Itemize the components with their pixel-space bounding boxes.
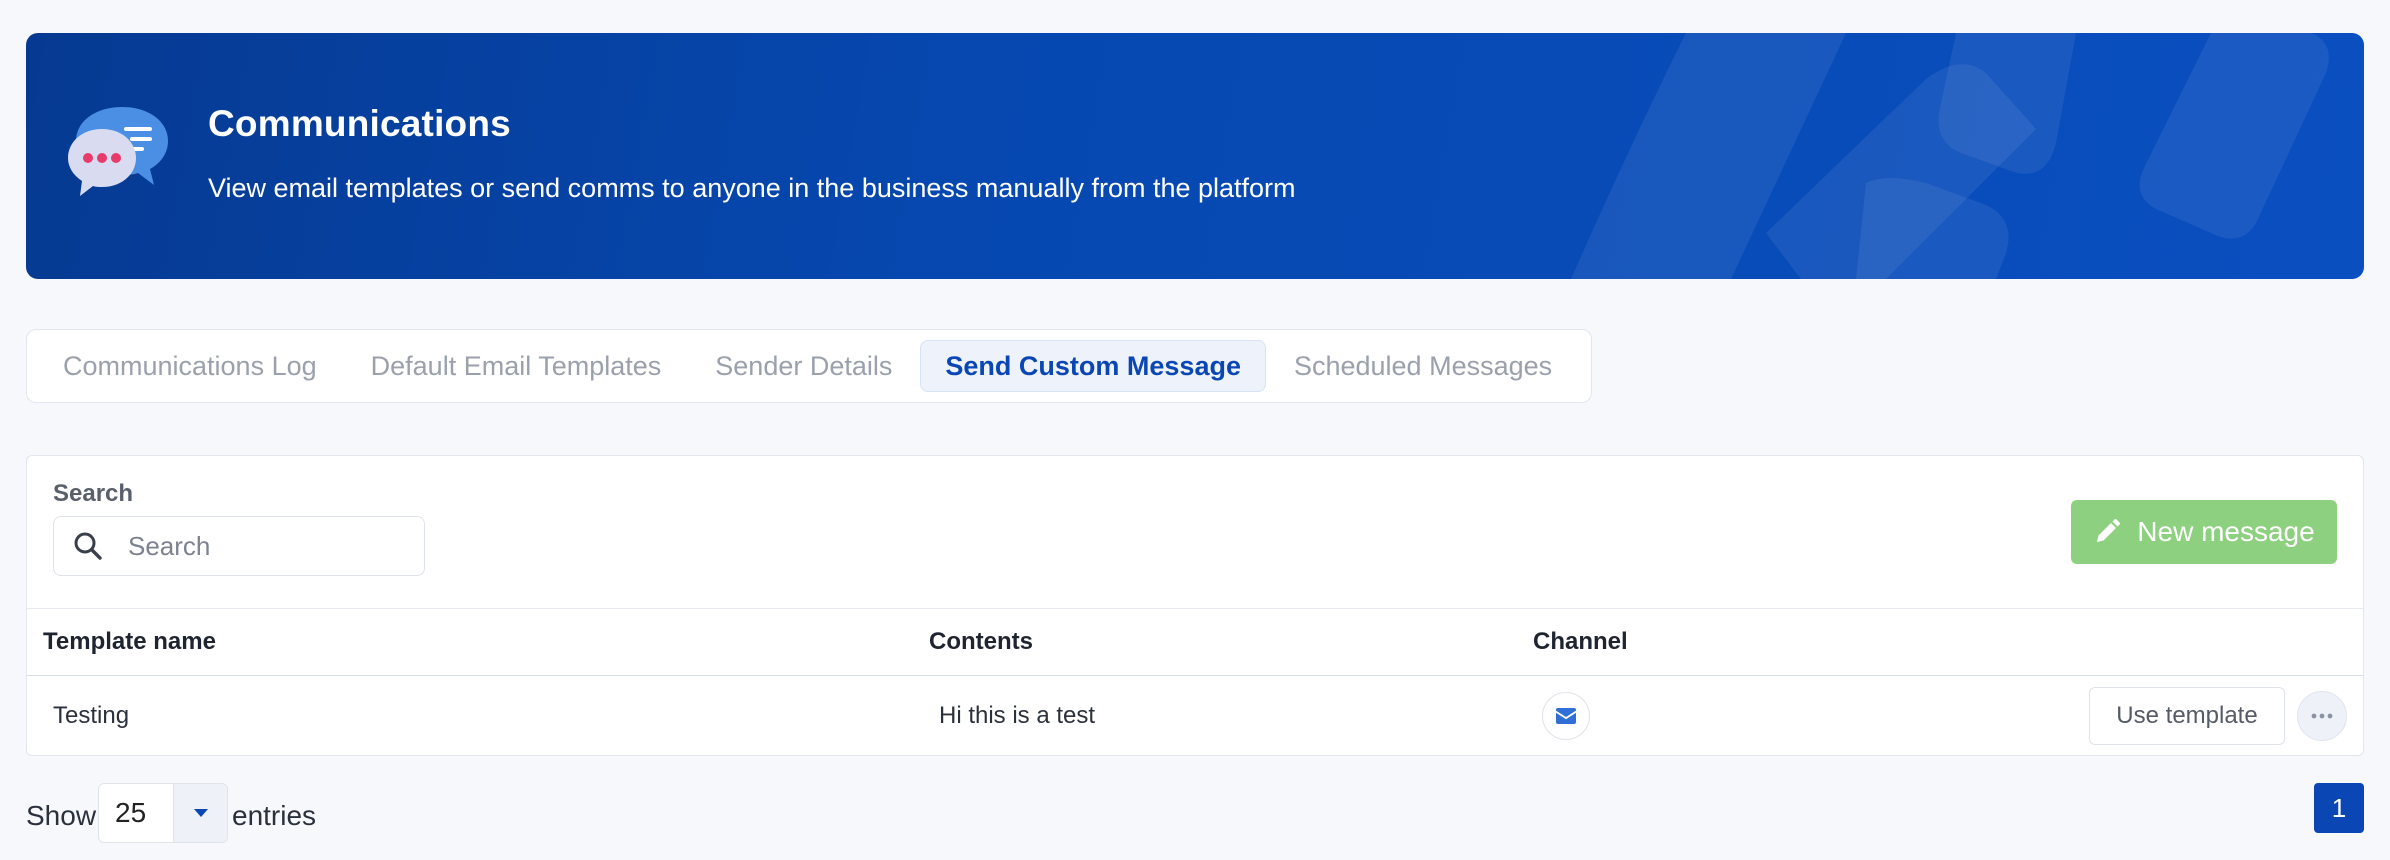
table-header: Template name Contents Channel	[27, 608, 2363, 676]
contents-cell: Hi this is a test	[939, 702, 1096, 729]
pencil-icon	[2097, 519, 2121, 542]
search-label: Search	[53, 480, 134, 507]
tab-default-email-templates[interactable]: Default Email Templates	[345, 340, 688, 392]
column-channel: Channel	[1533, 628, 1628, 655]
search-box	[53, 516, 425, 576]
use-template-button[interactable]: Use template	[2089, 687, 2285, 745]
page-title: Communications	[208, 103, 511, 144]
tab-communications-log[interactable]: Communications Log	[37, 340, 343, 392]
search-icon	[74, 532, 102, 560]
search-input[interactable]	[128, 530, 408, 562]
column-contents: Contents	[929, 628, 1033, 655]
page-size-select[interactable]: 25	[98, 783, 228, 843]
column-template-name: Template name	[43, 628, 216, 655]
row-more-button[interactable]	[2297, 691, 2347, 741]
caret-down-icon	[193, 809, 208, 817]
new-message-label: New message	[2137, 516, 2315, 547]
pagination-page-1[interactable]: 1	[2314, 783, 2364, 833]
page-size-toggle[interactable]	[173, 784, 227, 842]
table-row: Testing Hi this is a test Use template	[27, 676, 2363, 756]
chat-bubbles-icon	[68, 107, 168, 196]
entries-label: entries	[232, 800, 317, 831]
channel-badge	[1542, 692, 1590, 740]
banner-decoration	[1571, 33, 2329, 279]
templates-card: Search New message Template name Content…	[26, 455, 2364, 756]
page-size-value: 25	[115, 797, 147, 828]
template-name-cell: Testing	[53, 702, 130, 729]
tab-sender-details[interactable]: Sender Details	[689, 340, 918, 392]
tab-scheduled-messages[interactable]: Scheduled Messages	[1268, 340, 1578, 392]
show-label: Show	[26, 800, 97, 831]
tab-bar: Communications Log Default Email Templat…	[26, 329, 1592, 403]
tab-send-custom-message[interactable]: Send Custom Message	[920, 340, 1266, 392]
page-banner: Communications View email templates or s…	[26, 33, 2364, 279]
more-dots-icon	[2311, 713, 2333, 719]
page-subtitle: View email templates or send comms to an…	[208, 173, 1296, 203]
email-icon	[1556, 708, 1576, 724]
new-message-button[interactable]: New message	[2071, 500, 2337, 564]
